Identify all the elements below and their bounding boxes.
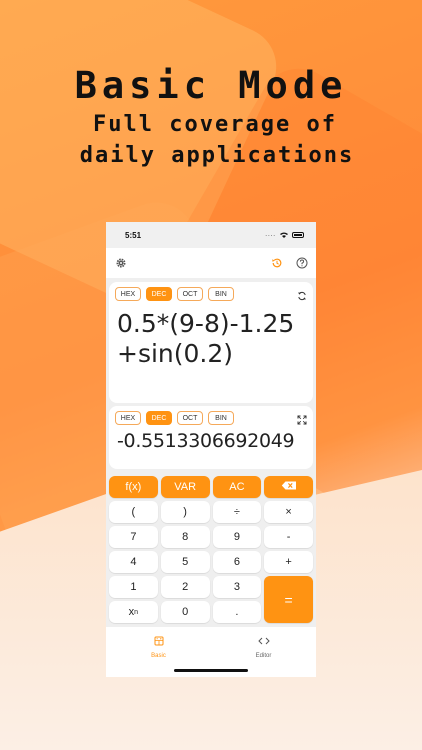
digit-0-key[interactable]: 0 <box>160 601 210 623</box>
divide-key[interactable]: ÷ <box>212 501 262 523</box>
phone-screen: 5:51 .... HEX DEC OCT BIN 0.5*(9-8)-1.25… <box>106 222 316 677</box>
promo-subline-2: daily applications <box>79 143 355 168</box>
input-base-oct[interactable]: OCT <box>177 287 203 301</box>
tab-basic-label: Basic <box>151 653 166 659</box>
help-icon[interactable] <box>296 257 308 269</box>
result-display: -0.5513306692049 <box>117 430 295 452</box>
home-indicator <box>174 669 248 672</box>
top-toolbar <box>106 248 316 278</box>
digit-7-key[interactable]: 7 <box>109 526 158 548</box>
wifi-icon <box>280 232 288 238</box>
result-panel: HEX DEC OCT BIN -0.5513306692049 <box>109 406 313 469</box>
digit-6-key[interactable]: 6 <box>212 551 262 573</box>
result-base-bin[interactable]: BIN <box>208 411 234 425</box>
result-base-dec[interactable]: DEC <box>146 411 172 425</box>
variable-key[interactable]: VAR <box>160 476 210 498</box>
digit-8-key[interactable]: 8 <box>160 526 210 548</box>
signal-icon: .... <box>265 232 276 238</box>
expression-display[interactable]: 0.5*(9-8)-1.25+sin(0.2) <box>109 301 313 369</box>
digit-3-key[interactable]: 3 <box>212 576 262 598</box>
result-base-oct[interactable]: OCT <box>177 411 203 425</box>
digit-2-key[interactable]: 2 <box>160 576 210 598</box>
backspace-icon <box>281 481 297 493</box>
input-base-selector: HEX DEC OCT BIN <box>109 282 313 301</box>
plus-key[interactable]: + <box>264 551 313 573</box>
result-base-hex[interactable]: HEX <box>115 411 141 425</box>
keypad: f(x) VAR AC ( ) ÷ × 7 8 9 - 4 5 6 + 1 2 … <box>109 476 313 623</box>
status-bar: 5:51 .... <box>106 222 316 248</box>
refresh-icon[interactable] <box>297 288 307 301</box>
calculator-icon <box>154 633 164 651</box>
input-base-dec[interactable]: DEC <box>146 287 172 301</box>
backspace-key[interactable] <box>264 476 313 498</box>
multiply-key[interactable]: × <box>264 501 313 523</box>
expression-panel[interactable]: HEX DEC OCT BIN 0.5*(9-8)-1.25+sin(0.2) <box>109 282 313 403</box>
left-paren-key[interactable]: ( <box>109 501 158 523</box>
battery-icon <box>292 232 304 238</box>
promo-subline-1: Full coverage of <box>93 112 337 137</box>
input-base-bin[interactable]: BIN <box>208 287 234 301</box>
power-key-exponent: n <box>134 608 139 616</box>
decimal-point-key[interactable]: . <box>212 601 262 623</box>
power-key[interactable]: xn <box>109 601 158 623</box>
function-key[interactable]: f(x) <box>109 476 158 498</box>
result-base-selector: HEX DEC OCT BIN <box>109 406 313 425</box>
minus-key[interactable]: - <box>264 526 313 548</box>
code-icon <box>257 633 270 651</box>
history-icon[interactable] <box>271 257 283 269</box>
promo-headline: Basic Mode <box>74 64 348 107</box>
digit-9-key[interactable]: 9 <box>212 526 262 548</box>
digit-4-key[interactable]: 4 <box>109 551 158 573</box>
gear-icon[interactable] <box>115 257 127 269</box>
tab-editor-label: Editor <box>255 653 272 659</box>
expand-icon[interactable] <box>297 412 307 425</box>
digit-1-key[interactable]: 1 <box>109 576 158 598</box>
equals-key[interactable]: = <box>264 576 313 623</box>
input-base-hex[interactable]: HEX <box>115 287 141 301</box>
all-clear-key[interactable]: AC <box>212 476 262 498</box>
right-paren-key[interactable]: ) <box>160 501 210 523</box>
status-time: 5:51 <box>125 230 142 240</box>
digit-5-key[interactable]: 5 <box>160 551 210 573</box>
